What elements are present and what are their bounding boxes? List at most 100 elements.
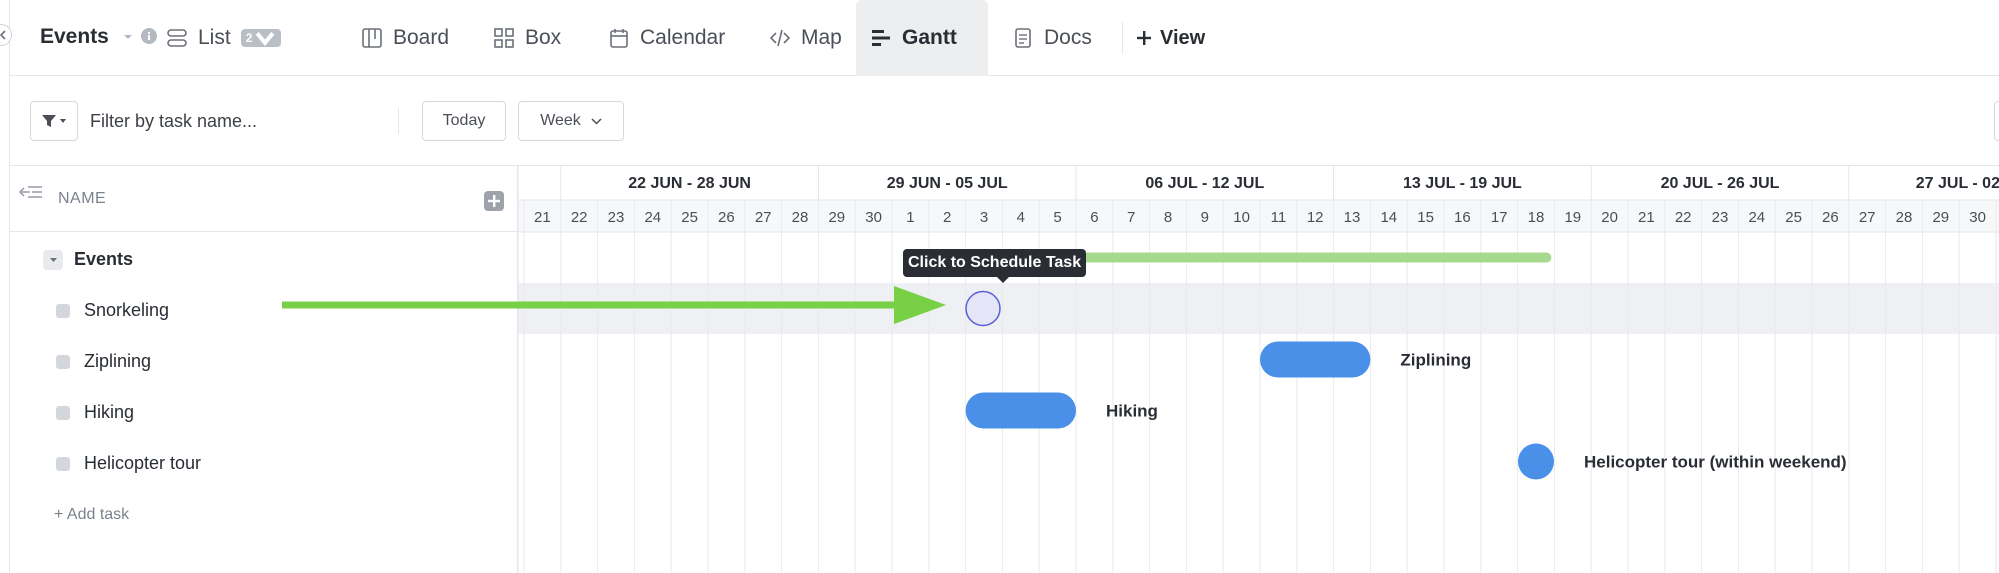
tab-list[interactable]: List 2 bbox=[152, 0, 295, 76]
day-label: 26 bbox=[718, 209, 735, 226]
name-column-label: NAME bbox=[58, 190, 107, 207]
bar-label: Helicopter tour (within weekend) bbox=[1584, 453, 1847, 472]
day-label: 13 bbox=[1344, 209, 1361, 226]
chevron-down-icon bbox=[255, 31, 275, 46]
task-filter-input[interactable] bbox=[90, 104, 390, 138]
day-label: 24 bbox=[644, 209, 661, 226]
list-count-badge: 2 bbox=[240, 29, 282, 47]
chevron-down-icon bbox=[591, 117, 602, 125]
task-name[interactable]: Snorkeling bbox=[84, 300, 169, 321]
name-column-header: NAME bbox=[10, 166, 518, 232]
task-row[interactable]: Snorkeling bbox=[10, 285, 518, 336]
gantt-canvas[interactable]: 21 22 23 24 25 26 27 28 29 30 1 2 3 4 5 6 7 8 9 10 11 12 13 14 1… bbox=[518, 166, 1999, 573]
schedule-task-placeholder[interactable] bbox=[965, 290, 1001, 327]
day-label: 20 bbox=[1601, 209, 1618, 226]
day-label: 27 bbox=[1859, 209, 1876, 226]
collapse-list-icon[interactable] bbox=[18, 184, 44, 206]
gantt-timeline[interactable]: 21 22 23 24 25 26 27 28 29 30 1 2 3 4 5 6 7 8 9 10 11 12 13 14 1… bbox=[518, 166, 1999, 573]
task-status-checkbox[interactable] bbox=[56, 303, 70, 318]
task-status-checkbox[interactable] bbox=[56, 456, 70, 471]
calendar-icon bbox=[610, 29, 628, 48]
plus-icon bbox=[1137, 31, 1151, 45]
day-label: 15 bbox=[1417, 209, 1434, 226]
caret-down-icon[interactable] bbox=[121, 30, 135, 44]
caret-down-icon bbox=[49, 257, 57, 262]
group-collapse-toggle[interactable] bbox=[43, 249, 63, 270]
task-row[interactable]: Hiking bbox=[10, 387, 518, 438]
schedule-tooltip: Click to Schedule Task bbox=[903, 249, 1087, 283]
filter-icon bbox=[42, 115, 56, 127]
day-label: 14 bbox=[1380, 209, 1397, 226]
day-label: 19 bbox=[1564, 209, 1581, 226]
today-label: Today bbox=[442, 112, 486, 129]
day-label: 5 bbox=[1053, 209, 1061, 226]
docs-icon bbox=[1015, 28, 1031, 48]
task-name[interactable]: Helicopter tour bbox=[84, 453, 201, 474]
tab-label: Map bbox=[801, 26, 842, 49]
milestone-marker[interactable] bbox=[1518, 443, 1554, 480]
add-view-button[interactable]: View bbox=[1136, 0, 1205, 76]
task-bar[interactable] bbox=[965, 392, 1076, 429]
day-label: 30 bbox=[1969, 209, 1986, 226]
week-label: 06 JUL - 12 JUL bbox=[1145, 175, 1264, 192]
tab-divider bbox=[1122, 22, 1123, 54]
week-label: 22 JUN - 28 JUN bbox=[628, 175, 751, 192]
day-label: 26 bbox=[1822, 209, 1839, 226]
timescale-dropdown[interactable]: Week bbox=[518, 101, 624, 141]
gantt-toolbar: Today Week bbox=[10, 76, 1999, 166]
tab-docs[interactable]: Docs bbox=[998, 0, 1106, 76]
add-column-icon[interactable] bbox=[484, 191, 504, 211]
day-label: 23 bbox=[1712, 209, 1729, 226]
day-label: 12 bbox=[1307, 209, 1324, 226]
bar-label: Ziplining bbox=[1400, 351, 1471, 370]
week-label: 13 JUL - 19 JUL bbox=[1403, 175, 1522, 192]
tab-label: Board bbox=[393, 26, 450, 49]
tab-board[interactable]: Board bbox=[347, 0, 463, 76]
task-name[interactable]: Ziplining bbox=[84, 351, 151, 372]
map-icon bbox=[769, 29, 791, 47]
today-button[interactable]: Today bbox=[422, 101, 506, 141]
group-row[interactable]: Events bbox=[10, 234, 518, 285]
day-label: 28 bbox=[1896, 209, 1913, 226]
task-row[interactable]: Helicopter tour bbox=[10, 438, 518, 489]
week-label: 20 JUL - 26 JUL bbox=[1661, 175, 1780, 192]
box-icon bbox=[494, 28, 514, 48]
day-label: 3 bbox=[980, 209, 988, 226]
task-status-checkbox[interactable] bbox=[56, 405, 70, 420]
day-label: 6 bbox=[1090, 209, 1098, 226]
gantt-icon bbox=[872, 30, 890, 46]
add-task-row[interactable]: + Add task bbox=[10, 489, 518, 540]
hover-row-highlight bbox=[518, 283, 1999, 334]
day-label: 22 bbox=[571, 209, 588, 226]
day-label: 27 bbox=[755, 209, 772, 226]
add-task-link[interactable]: + Add task bbox=[54, 506, 129, 524]
left-rail bbox=[0, 0, 10, 573]
timescale-label: Week bbox=[540, 112, 581, 129]
task-row[interactable]: Ziplining bbox=[10, 336, 518, 387]
toolbar-more-button[interactable] bbox=[1994, 101, 1999, 141]
space-title[interactable]: Events bbox=[40, 25, 109, 49]
day-label: 21 bbox=[534, 209, 551, 226]
tab-label: Box bbox=[525, 26, 562, 49]
task-name-column: NAME Events Snorkeling Ziplining Hiking … bbox=[10, 166, 518, 573]
group-name: Events bbox=[74, 249, 134, 269]
day-label: 30 bbox=[865, 209, 882, 226]
day-header-bg bbox=[518, 200, 1999, 232]
tab-label: Calendar bbox=[640, 26, 726, 49]
task-bar[interactable] bbox=[1260, 341, 1371, 378]
task-status-checkbox[interactable] bbox=[56, 354, 70, 369]
day-label: 2 bbox=[943, 209, 951, 226]
filter-button[interactable] bbox=[30, 101, 78, 141]
task-name[interactable]: Hiking bbox=[84, 402, 134, 423]
tab-calendar[interactable]: Calendar bbox=[594, 0, 739, 76]
tab-map[interactable]: Map bbox=[755, 0, 856, 76]
day-label: 10 bbox=[1233, 209, 1250, 226]
day-label: 8 bbox=[1164, 209, 1172, 226]
list-icon bbox=[167, 29, 187, 47]
chevron-left-icon bbox=[0, 30, 6, 40]
week-label: 27 JUL - 02 AUG bbox=[1916, 175, 1999, 192]
tab-gantt[interactable]: Gantt bbox=[856, 0, 988, 76]
day-label: 22 bbox=[1675, 209, 1692, 226]
tab-label: List bbox=[198, 26, 231, 49]
tab-box[interactable]: Box bbox=[479, 0, 575, 76]
